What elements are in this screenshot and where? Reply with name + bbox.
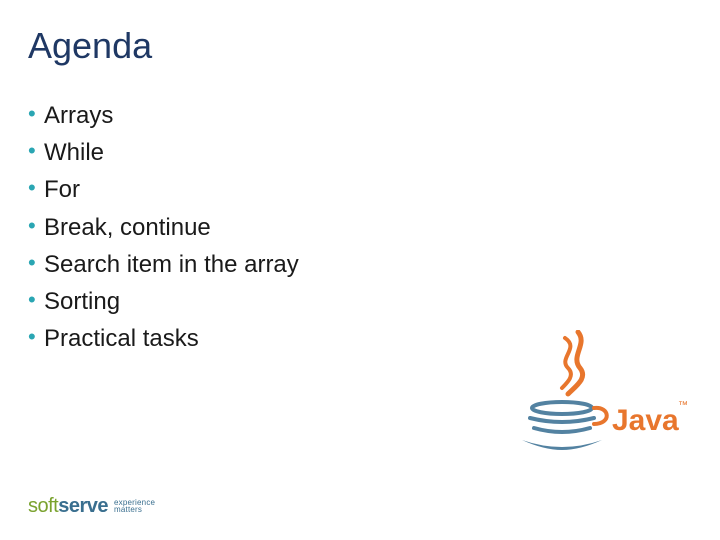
java-logo-icon: Java ™: [510, 330, 690, 460]
tm-text: ™: [678, 400, 688, 411]
softserve-logo: softserve experience matters: [28, 495, 155, 518]
logo-part-soft: soft: [28, 495, 58, 518]
agenda-list: Arrays While For Break, continue Search …: [0, 67, 720, 357]
list-item: For: [28, 171, 720, 208]
list-item: Sorting: [28, 283, 720, 320]
tagline-line: matters: [114, 507, 155, 514]
java-text: Java: [612, 404, 679, 437]
list-item: While: [28, 134, 720, 171]
list-item: Arrays: [28, 97, 720, 134]
list-item: Search item in the array: [28, 246, 720, 283]
logo-part-serve: serve: [58, 495, 108, 518]
slide-title: Agenda: [0, 0, 720, 67]
list-item: Break, continue: [28, 209, 720, 246]
logo-tagline: experience matters: [114, 500, 155, 514]
